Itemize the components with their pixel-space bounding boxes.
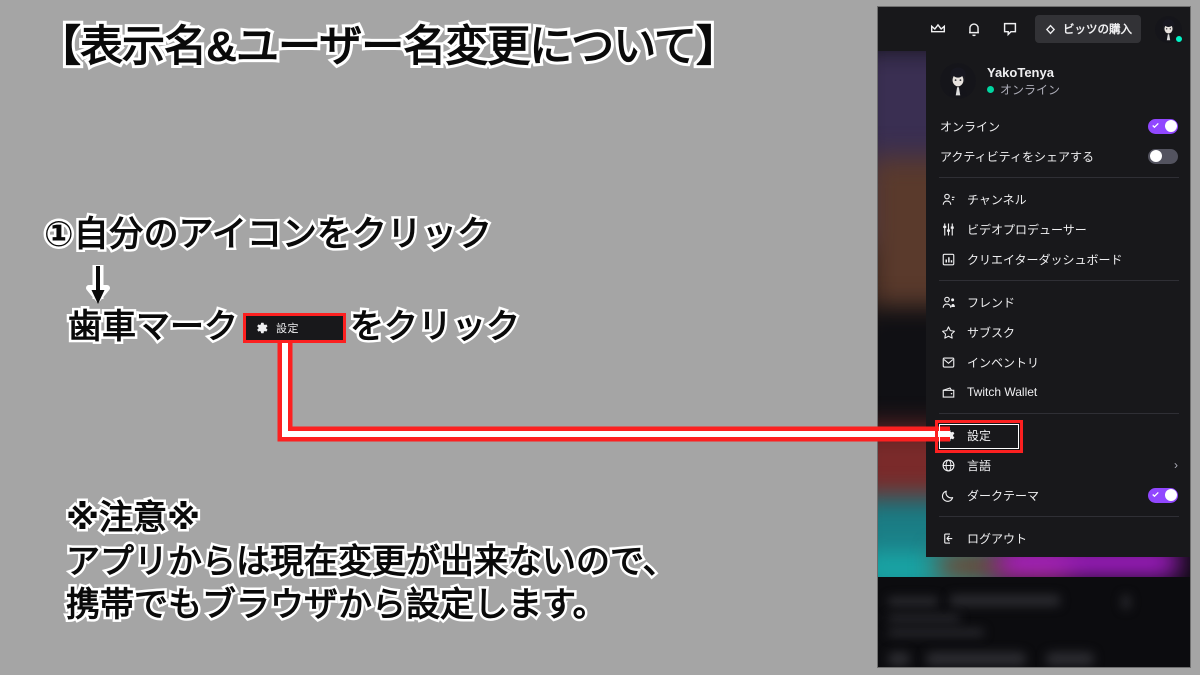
bits-diamond-icon bbox=[1045, 24, 1056, 34]
menu-item-language[interactable]: 言語 › bbox=[926, 450, 1190, 480]
account-dropdown-menu: YakoTenya オンライン オンライン アクティビティをシェアする チャンネ… bbox=[926, 51, 1190, 557]
menu-label-dark-theme: ダークテーマ bbox=[967, 488, 1040, 503]
menu-item-settings[interactable]: 設定 bbox=[926, 420, 1190, 450]
divider bbox=[939, 177, 1179, 178]
channel-person-icon bbox=[940, 191, 956, 207]
online-toggle[interactable] bbox=[1148, 118, 1178, 134]
step-2-instruction-prefix: 歯車マーク bbox=[66, 305, 241, 348]
menu-label-language: 言語 bbox=[967, 458, 992, 473]
bell-icon[interactable] bbox=[963, 18, 985, 40]
menu-item-friends[interactable]: フレンド bbox=[926, 287, 1190, 317]
gear-icon bbox=[940, 427, 956, 443]
topbar-avatar-button[interactable] bbox=[1155, 15, 1183, 43]
account-status: オンライン bbox=[987, 81, 1060, 98]
moon-icon bbox=[940, 487, 956, 503]
menu-label-inventory: インベントリ bbox=[967, 355, 1040, 370]
menu-label-friends: フレンド bbox=[967, 295, 1016, 310]
share-activity-toggle[interactable] bbox=[1148, 148, 1178, 164]
toggle-row-online[interactable]: オンライン bbox=[926, 111, 1190, 141]
settings-inset-label: 設定 bbox=[276, 323, 299, 335]
menu-item-logout[interactable]: ログアウト bbox=[926, 523, 1190, 553]
dashboard-chart-icon bbox=[940, 251, 956, 267]
inventory-box-icon bbox=[940, 354, 956, 370]
step-1-instruction: ①自分のアイコンをクリック bbox=[42, 212, 495, 256]
toggle-row-share-activity[interactable]: アクティビティをシェアする bbox=[926, 141, 1190, 171]
menu-item-subscriptions[interactable]: サブスク bbox=[926, 317, 1190, 347]
buy-bits-button[interactable]: ビッツの購入 bbox=[1035, 15, 1141, 43]
step-2-instruction-suffix: をクリック bbox=[348, 305, 523, 348]
page-title: 【表示名&ユーザー名変更について】 bbox=[35, 20, 742, 74]
warning-note-line-2: アプリからは現在変更が出来ないので、 bbox=[64, 540, 680, 583]
sliders-icon bbox=[940, 221, 956, 237]
dark-theme-toggle[interactable] bbox=[1148, 487, 1178, 503]
account-username: YakoTenya bbox=[987, 64, 1054, 80]
globe-icon bbox=[940, 457, 956, 473]
menu-item-channel[interactable]: チャンネル bbox=[926, 184, 1190, 214]
warning-note-line-1: ※注意※ bbox=[64, 497, 203, 540]
menu-label-video-producer: ビデオプロデューサー bbox=[967, 222, 1087, 237]
divider bbox=[939, 516, 1179, 517]
account-status-label: オンライン bbox=[1000, 83, 1061, 98]
menu-label-logout: ログアウト bbox=[967, 531, 1028, 546]
gear-icon bbox=[257, 322, 268, 334]
toggle-label-online: オンライン bbox=[940, 119, 1001, 134]
chat-bubble-icon[interactable] bbox=[999, 18, 1021, 40]
menu-label-channel: チャンネル bbox=[967, 192, 1027, 207]
menu-item-twitch-wallet[interactable]: Twitch Wallet bbox=[926, 377, 1190, 407]
status-dot bbox=[987, 86, 994, 94]
chevron-right-icon: › bbox=[1174, 458, 1178, 472]
warning-note: ※注意※ アプリからは現在変更が出来ないので、 携帯でもブラウザから設定します。 bbox=[64, 497, 680, 628]
twitch-top-navbar: ビッツの購入 bbox=[878, 7, 1190, 51]
star-icon bbox=[940, 324, 956, 340]
menu-label-creator-dashboard: クリエイターダッシュボード bbox=[967, 252, 1123, 267]
online-status-dot bbox=[1175, 34, 1183, 43]
menu-item-dark-theme[interactable]: ダークテーマ bbox=[926, 480, 1190, 510]
crown-icon[interactable] bbox=[927, 18, 949, 40]
divider bbox=[939, 413, 1179, 414]
buy-bits-label: ビッツの購入 bbox=[1063, 24, 1132, 36]
menu-label-twitch-wallet: Twitch Wallet bbox=[967, 385, 1038, 399]
divider bbox=[939, 280, 1179, 281]
twitch-screenshot-panel: ビッツの購入 YakoTenya オンライン オンライン アクティビティをシェア… bbox=[877, 6, 1191, 668]
toggle-label-share-activity: アクティビティをシェアする bbox=[940, 149, 1094, 164]
settings-inset-callout: 設定 bbox=[243, 313, 346, 343]
wallet-icon bbox=[940, 384, 956, 400]
account-header[interactable]: YakoTenya オンライン bbox=[926, 51, 1190, 111]
menu-label-settings: 設定 bbox=[967, 428, 992, 443]
logout-icon bbox=[940, 530, 956, 546]
account-avatar bbox=[940, 63, 976, 99]
down-arrow-icon bbox=[86, 265, 110, 304]
friends-icon bbox=[940, 294, 956, 310]
warning-note-line-3: 携帯でもブラウザから設定します。 bbox=[64, 584, 610, 627]
menu-item-video-producer[interactable]: ビデオプロデューサー bbox=[926, 214, 1190, 244]
menu-label-subscriptions: サブスク bbox=[967, 325, 1016, 340]
menu-item-creator-dashboard[interactable]: クリエイターダッシュボード bbox=[926, 244, 1190, 274]
menu-item-inventory[interactable]: インベントリ bbox=[926, 347, 1190, 377]
